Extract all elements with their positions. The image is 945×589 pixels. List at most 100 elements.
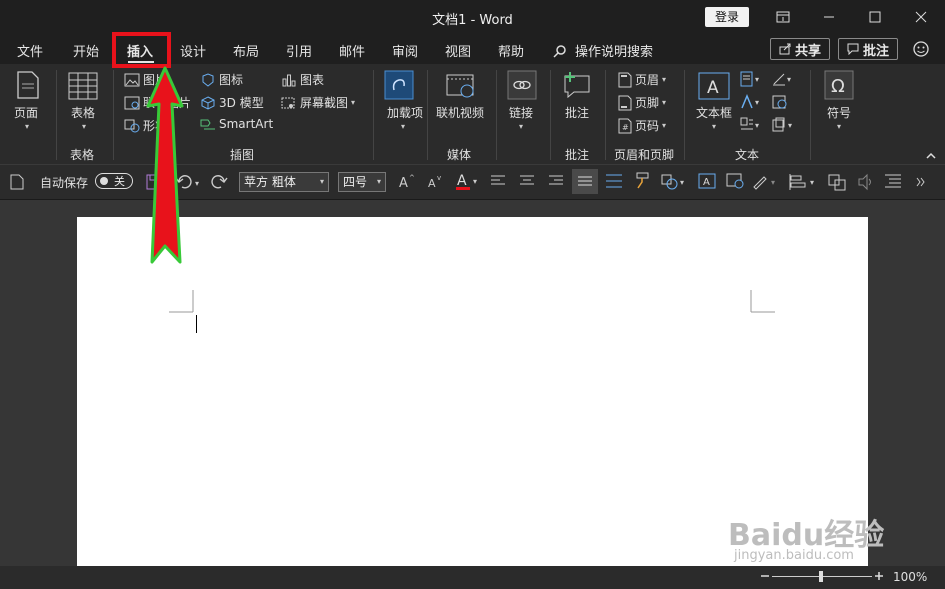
search-icon xyxy=(553,45,566,58)
3d-models-button[interactable]: 3D 模型 xyxy=(200,94,264,111)
font-name-value: 苹方 粗体 xyxy=(244,175,296,189)
new-comment-button[interactable] xyxy=(562,70,592,103)
insert-tab-highlight-box xyxy=(112,32,171,68)
group-label-media: 媒体 xyxy=(447,148,472,162)
addins-caret-icon: ▾ xyxy=(401,122,406,131)
signature-line-icon[interactable]: ▾ xyxy=(772,71,798,90)
shape-fill-icon[interactable]: ▾ xyxy=(661,173,689,194)
ribbon-display-options-icon[interactable] xyxy=(760,0,806,34)
addins-button[interactable] xyxy=(384,70,414,103)
symbol-button[interactable]: Ω xyxy=(824,70,854,103)
table-button[interactable] xyxy=(68,72,98,103)
smiley-feedback-icon[interactable] xyxy=(912,40,930,61)
close-icon[interactable] xyxy=(898,0,944,34)
zoom-out-icon[interactable] xyxy=(760,570,770,585)
header-caret-icon: ▾ xyxy=(662,75,667,84)
shrink-font-icon[interactable]: Av xyxy=(427,174,443,191)
tab-review[interactable]: 审阅 xyxy=(392,41,418,60)
zoom-slider-thumb[interactable] xyxy=(819,571,823,582)
align-left-icon[interactable] xyxy=(491,175,505,190)
tell-me-search[interactable]: 操作说明搜索 xyxy=(553,41,653,60)
font-color-icon[interactable]: A ▾ xyxy=(455,172,481,193)
group-label-header-footer: 页眉和页脚 xyxy=(614,148,675,162)
textbox-caret-icon: ▾ xyxy=(712,122,717,131)
tab-mailings[interactable]: 邮件 xyxy=(339,41,365,60)
separator xyxy=(550,70,551,160)
share-button[interactable]: 共享 xyxy=(770,38,830,60)
screenshot-label: 屏幕截图 xyxy=(300,96,349,110)
pages-button[interactable] xyxy=(12,70,42,103)
date-time-icon[interactable] xyxy=(772,94,788,113)
svg-text:▾: ▾ xyxy=(788,121,792,130)
tab-file[interactable]: 文件 xyxy=(17,41,43,60)
autosave-label: 自动保存 xyxy=(40,176,89,190)
autosave-toggle[interactable]: 关 xyxy=(95,173,133,189)
redo-icon[interactable] xyxy=(210,173,228,194)
tab-help[interactable]: 帮助 xyxy=(498,41,524,60)
smartart-label: SmartArt xyxy=(219,117,274,131)
tab-home[interactable]: 开始 xyxy=(73,41,99,60)
screenshot-button[interactable]: 屏幕截图 ▾ xyxy=(281,94,355,111)
picture-quick-icon[interactable] xyxy=(726,173,744,192)
share-label: 共享 xyxy=(794,43,821,59)
header-button[interactable]: 页眉 ▾ xyxy=(618,71,666,88)
grow-font-icon[interactable]: A ^ xyxy=(398,174,415,191)
margin-mark-top-left xyxy=(169,290,194,313)
search-label: 操作说明搜索 xyxy=(575,45,654,60)
distributed-icon[interactable] xyxy=(606,174,622,191)
align-objects-icon[interactable]: ▾ xyxy=(788,173,818,194)
read-aloud-icon[interactable] xyxy=(856,173,874,194)
tab-view[interactable]: 视图 xyxy=(445,41,471,60)
text-box-quick-icon[interactable]: A xyxy=(698,173,716,192)
icons-button[interactable]: 图标 xyxy=(200,71,243,88)
drop-cap-icon[interactable]: ▾ xyxy=(740,117,766,136)
maximize-icon[interactable] xyxy=(852,0,898,34)
align-center-icon[interactable] xyxy=(520,175,534,190)
translate-icon[interactable] xyxy=(828,173,846,194)
object-icon[interactable]: ▾ xyxy=(772,117,798,136)
svg-text:▾: ▾ xyxy=(680,178,684,187)
group-label-text: 文本 xyxy=(735,148,760,162)
links-button[interactable] xyxy=(507,70,537,103)
separator xyxy=(56,70,57,160)
separator xyxy=(427,70,428,160)
page-number-button[interactable]: # 页码 ▾ xyxy=(618,117,666,134)
svg-text:▾: ▾ xyxy=(755,121,759,130)
quick-parts-icon[interactable]: ▾ xyxy=(740,71,766,90)
align-right-icon[interactable] xyxy=(549,175,563,190)
font-name-select[interactable]: 苹方 粗体 ▾ xyxy=(239,172,329,192)
separator xyxy=(810,70,811,160)
more-options-icon[interactable] xyxy=(916,176,926,190)
draw-icon[interactable]: ▾ xyxy=(752,173,780,194)
login-button[interactable]: 登录 xyxy=(705,7,749,27)
tab-design[interactable]: 设计 xyxy=(180,41,206,60)
cube-icon xyxy=(201,95,215,110)
zoom-in-icon[interactable] xyxy=(874,570,884,585)
tab-layout[interactable]: 布局 xyxy=(233,41,259,60)
icons-label: 图标 xyxy=(219,73,244,87)
tab-references[interactable]: 引用 xyxy=(286,41,312,60)
svg-text:v: v xyxy=(437,174,441,182)
justify-button[interactable] xyxy=(572,169,598,194)
addin-icon xyxy=(384,70,414,100)
comments-button[interactable]: 批注 xyxy=(838,38,898,60)
page-number-icon: # xyxy=(618,118,632,133)
wordart-icon[interactable]: ▾ xyxy=(740,94,766,113)
textbox-button[interactable]: A xyxy=(698,72,730,103)
separator xyxy=(113,70,114,160)
font-size-select[interactable]: 四号 ▾ xyxy=(338,172,386,192)
online-video-button[interactable] xyxy=(446,72,476,103)
justify-icon xyxy=(578,176,592,185)
spacing-icon[interactable] xyxy=(885,174,901,191)
new-document-icon[interactable] xyxy=(10,174,24,193)
minimize-icon[interactable] xyxy=(806,0,852,34)
group-label-tables: 表格 xyxy=(70,148,95,162)
collapse-ribbon-icon[interactable] xyxy=(925,149,937,163)
footer-button[interactable]: 页脚 ▾ xyxy=(618,94,666,111)
pages-caret-icon: ▾ xyxy=(25,122,30,131)
chart-button[interactable]: 图表 xyxy=(281,71,324,88)
format-painter-icon[interactable] xyxy=(634,172,650,193)
page-number-caret-icon: ▾ xyxy=(662,121,667,130)
smartart-button[interactable]: SmartArt xyxy=(200,117,273,131)
zoom-level[interactable]: 100% xyxy=(893,570,927,584)
